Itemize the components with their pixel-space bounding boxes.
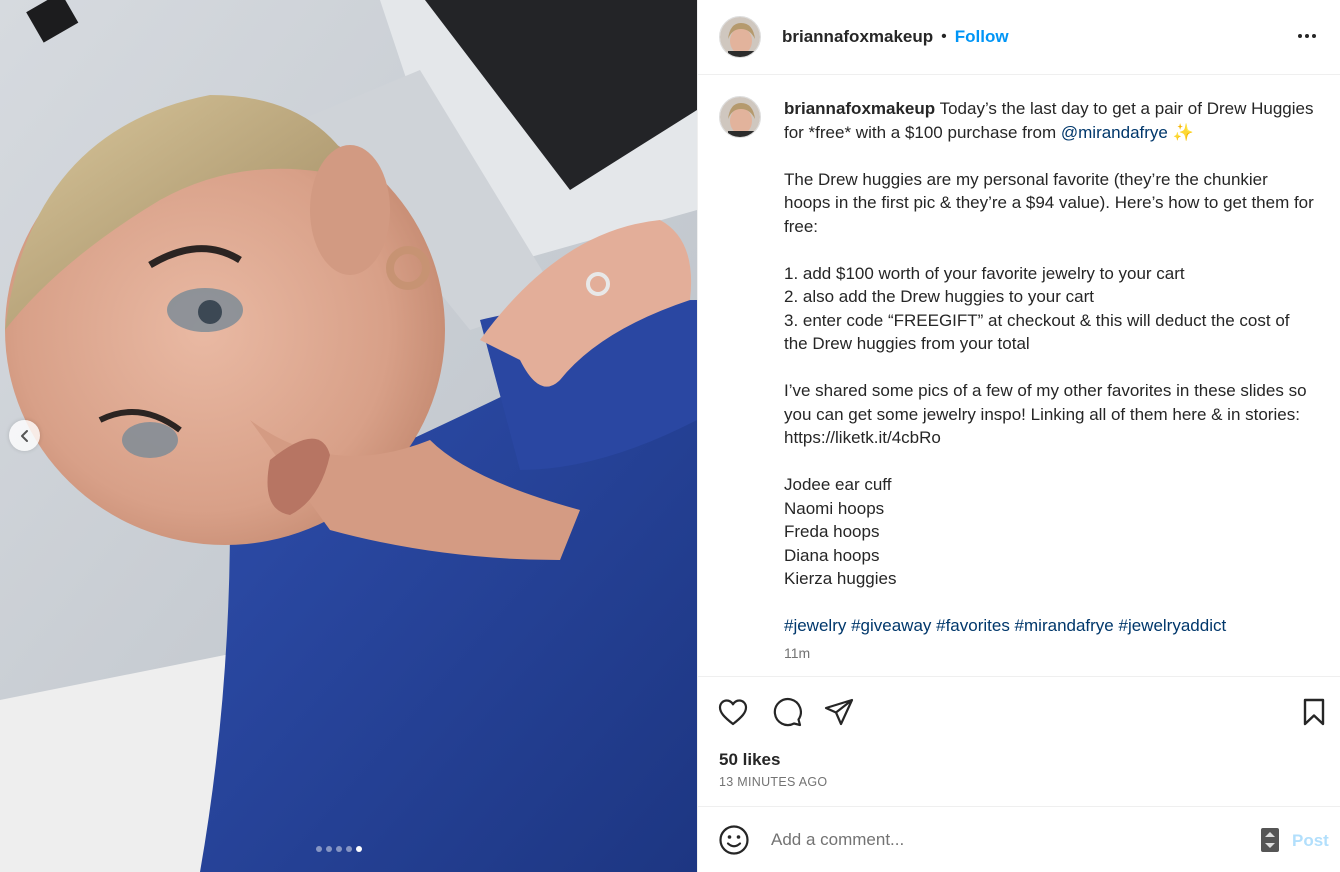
post-media[interactable]: [0, 0, 697, 872]
caption-step: 3. enter code “FREEGIFT” at checkout & t…: [784, 310, 1290, 354]
carousel-dot: [346, 846, 352, 852]
selfie-photo: [0, 0, 697, 872]
post-sidebar: briannafoxmakeup • Follow briannafoxmake…: [697, 0, 1340, 872]
carousel-prev-button[interactable]: [9, 420, 40, 451]
sparkle-emoji: ✨: [1172, 122, 1194, 142]
post-header: briannafoxmakeup • Follow: [698, 0, 1340, 75]
more-horizontal-icon: [1298, 34, 1316, 38]
caption-step: 1. add $100 worth of your favorite jewel…: [784, 263, 1185, 283]
comment-input[interactable]: [771, 827, 1241, 853]
caption-step: 2. also add the Drew huggies to your car…: [784, 287, 1094, 306]
separator-dot: •: [941, 28, 947, 45]
like-button[interactable]: [717, 696, 749, 728]
post-comment-button[interactable]: Post: [1292, 831, 1329, 851]
post-author-username[interactable]: briannafoxmakeup: [782, 27, 933, 47]
follow-button[interactable]: Follow: [955, 27, 1009, 47]
heart-icon: [718, 699, 748, 726]
carousel-dot-active: [356, 846, 362, 852]
caption-item: Diana hoops: [784, 545, 880, 565]
share-icon: [824, 698, 854, 726]
avatar[interactable]: [719, 16, 761, 58]
emoji-button[interactable]: [718, 824, 750, 856]
share-button[interactable]: [823, 696, 855, 728]
caption-item: Naomi hoops: [784, 498, 885, 518]
chevron-left-icon: [20, 429, 28, 442]
emoji-icon: [719, 825, 749, 855]
save-button[interactable]: [1298, 696, 1330, 728]
caption-paragraph: I’ve shared some pics of a few of my oth…: [784, 381, 1307, 447]
caption-paragraph: The Drew huggies are my personal favorit…: [784, 169, 1314, 236]
carousel-dot: [326, 846, 332, 852]
post-timestamp: 13 MINUTES AGO: [719, 775, 828, 789]
comment-button[interactable]: [771, 696, 803, 728]
caption-item: Kierza huggies: [784, 569, 897, 588]
mention-link[interactable]: @mirandafrye: [1061, 123, 1168, 142]
grammar-extension-icon[interactable]: [1261, 828, 1279, 852]
carousel-dot: [316, 846, 322, 852]
caption-timestamp: 11m: [784, 644, 811, 661]
hashtags[interactable]: #jewelry #giveaway #favorites #mirandafr…: [784, 616, 1226, 635]
caption-item: Jodee ear cuff: [784, 475, 892, 494]
likes-count[interactable]: 50 likes: [719, 750, 780, 770]
comment-composer: Post: [698, 807, 1340, 872]
caption-avatar[interactable]: [719, 96, 761, 138]
bookmark-icon: [1303, 698, 1325, 726]
action-bar: 50 likes 13 MINUTES AGO: [698, 677, 1340, 807]
post-caption: briannafoxmakeup Today’s the last day to…: [784, 97, 1314, 665]
comment-icon: [773, 697, 802, 727]
carousel-indicator: [316, 846, 362, 852]
carousel-dot: [336, 846, 342, 852]
caption-section: briannafoxmakeup Today’s the last day to…: [698, 75, 1340, 677]
more-options-button[interactable]: [1295, 24, 1319, 48]
caption-username[interactable]: briannafoxmakeup: [784, 99, 935, 118]
caption-item: Freda hoops: [784, 522, 880, 541]
